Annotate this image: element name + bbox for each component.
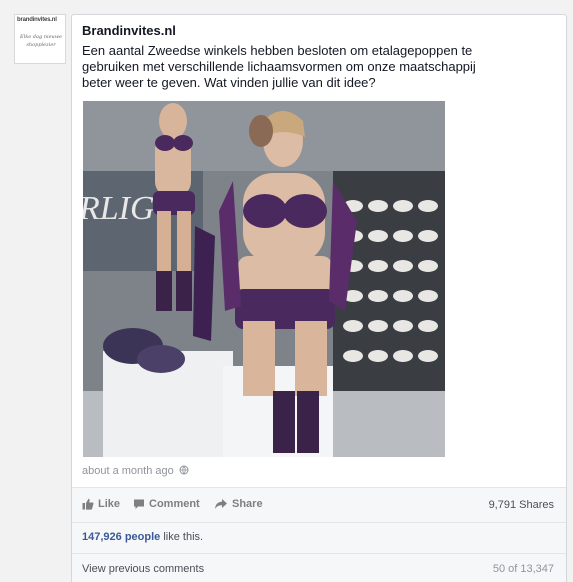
view-previous-comments-link[interactable]: View previous comments [82, 563, 204, 575]
shares-count[interactable]: 9,791 Shares [489, 499, 554, 511]
share-button[interactable]: Share [214, 498, 263, 510]
share-label: Share [232, 498, 263, 510]
thumbs-up-icon [82, 498, 94, 510]
post-text: Een aantal Zweedse winkels hebben beslot… [82, 43, 476, 90]
post-timestamp[interactable]: about a month ago [82, 465, 189, 477]
share-arrow-icon [215, 499, 227, 509]
post-card: Brandinvites.nl Een aantal Zweedse winke… [71, 14, 567, 582]
likes-count-link[interactable]: 147,926 people [82, 531, 160, 543]
globe-icon [179, 465, 189, 475]
comment-label: Comment [149, 498, 200, 510]
like-label: Like [98, 498, 121, 510]
facebook-post-page: brandinvites.nl Elke dag nieuwe shopplez… [0, 0, 573, 582]
avatar-tagline: Elke dag nieuwe shopplezier [19, 34, 63, 48]
post-page-name[interactable]: Brandinvites.nl [82, 23, 176, 38]
speech-bubble-icon [134, 499, 144, 509]
mannequins-photo: RLIG [83, 101, 445, 457]
comments-row: View previous comments 50 of 13,347 [72, 554, 566, 582]
comment-count: 50 of 13,347 [492, 563, 554, 575]
like-button[interactable]: Like [82, 498, 120, 510]
timestamp-text: about a month ago [82, 465, 174, 477]
post-photo[interactable]: RLIG [83, 101, 445, 457]
likes-summary: 147,926 people like this. [82, 531, 203, 543]
post-actions-bar: Like Comment Share 9,791 Shares [72, 488, 566, 522]
page-avatar[interactable]: brandinvites.nl Elke dag nieuwe shopplez… [14, 14, 66, 64]
store-sign-text: RLIG [83, 190, 155, 227]
avatar-brand-text: brandinvites.nl [17, 17, 57, 23]
comment-button[interactable]: Comment [133, 498, 200, 510]
likes-row: 147,926 people like this. [72, 523, 566, 553]
likes-suffix: like this. [160, 531, 204, 543]
